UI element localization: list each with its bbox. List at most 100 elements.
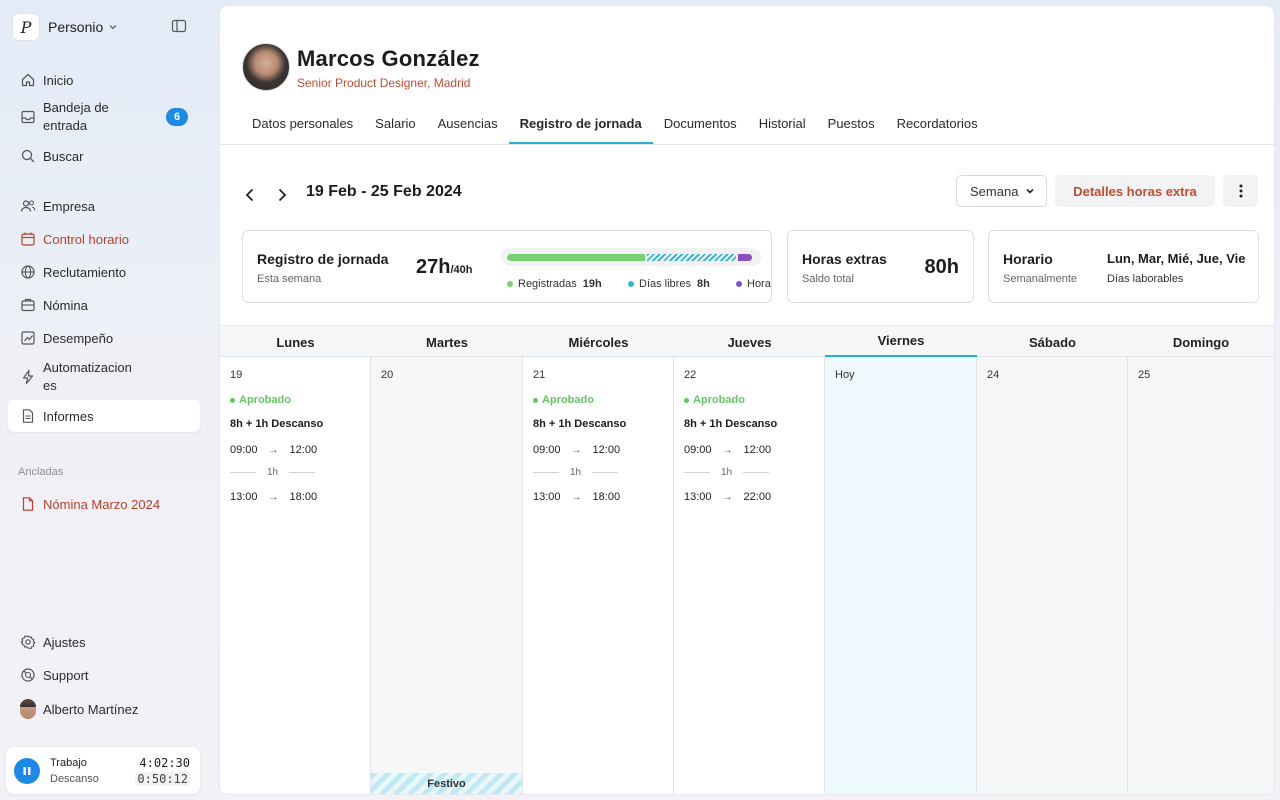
pause-button[interactable] bbox=[14, 757, 40, 784]
sidebar-item-desempeno[interactable]: Desempeño bbox=[8, 322, 200, 354]
progress-segment-overtime bbox=[738, 254, 752, 261]
weekly-hours: 27h/40h bbox=[416, 256, 472, 279]
arrow-icon: → bbox=[268, 491, 279, 503]
sidebar-item-bandeja[interactable]: Bandeja de entrada 6 bbox=[8, 96, 200, 138]
tab-salario[interactable]: Salario bbox=[364, 106, 426, 144]
view-select[interactable]: Semana bbox=[956, 175, 1047, 207]
status-dot bbox=[230, 397, 235, 403]
sidebar-item-label: Nómina bbox=[43, 297, 88, 313]
day-number: 25 bbox=[1138, 369, 1151, 381]
day-cell-sabado[interactable]: 24 bbox=[977, 357, 1128, 794]
end-time: 12:00 bbox=[592, 444, 621, 456]
personio-logo: P bbox=[12, 13, 40, 41]
hours-summary: 8h + 1h Descanso bbox=[684, 418, 778, 430]
tab-historial[interactable]: Historial bbox=[748, 106, 817, 144]
sidebar-item-buscar[interactable]: Buscar bbox=[8, 140, 200, 172]
help-icon bbox=[20, 667, 36, 683]
day-number: 20 bbox=[381, 369, 394, 381]
sidebar-item-informes[interactable]: Informes bbox=[8, 400, 200, 432]
time-entry-2: 13:00 → 22:00 bbox=[684, 491, 771, 503]
sidebar: P Personio Inicio Bandeja de entrada 6 B… bbox=[0, 0, 212, 800]
day-header-lunes: Lunes bbox=[276, 334, 315, 350]
overtime-balance: 80h bbox=[924, 256, 959, 278]
legend-dot bbox=[736, 281, 742, 287]
timesheet-card: Registro de jornada Esta semana 27h/40h … bbox=[242, 230, 772, 303]
legend-value: 8h bbox=[696, 278, 710, 290]
sidebar-item-label: Informes bbox=[43, 408, 94, 424]
time-entry-1: 09:00 → 12:00 bbox=[533, 444, 620, 456]
sidebar-item-label: Automatizaciones bbox=[43, 360, 132, 393]
main-panel: Marcos González Senior Product Designer,… bbox=[220, 6, 1274, 794]
sidebar-item-ajustes[interactable]: Ajustes bbox=[8, 626, 200, 658]
day-cell-jueves[interactable]: 22 Aprobado 8h + 1h Descanso 09:00 → 12:00… bbox=[674, 357, 825, 794]
progress-segment-days-off bbox=[647, 254, 736, 261]
time-entry-1: 09:00 → 12:00 bbox=[230, 444, 317, 456]
tab-documentos[interactable]: Documentos bbox=[653, 106, 748, 144]
legend-label: Horas extra bbox=[747, 278, 771, 290]
overtime-details-button[interactable]: Detalles horas extra bbox=[1055, 175, 1215, 207]
day-cell-martes[interactable]: 20 Festivo bbox=[371, 357, 523, 794]
sidebar-item-label: Bandeja de entrada bbox=[43, 100, 109, 133]
break-duration: 1h bbox=[721, 467, 733, 478]
home-icon bbox=[20, 72, 36, 88]
tabs-divider bbox=[220, 144, 1274, 145]
sidebar-item-inicio[interactable]: Inicio bbox=[8, 64, 200, 96]
status-dot bbox=[684, 397, 689, 403]
sidebar-item-support[interactable]: Support bbox=[8, 659, 200, 691]
day-number: 19 bbox=[230, 369, 243, 381]
arrow-icon: → bbox=[571, 444, 582, 456]
day-number: 22 bbox=[684, 369, 697, 381]
report-icon bbox=[20, 408, 36, 424]
legend-days-off: Días libres 8h bbox=[628, 278, 710, 290]
legend-registered: Registradas 19h bbox=[507, 278, 602, 290]
time-entry-2: 13:00 → 18:00 bbox=[230, 491, 317, 503]
day-cell-viernes[interactable]: Hoy bbox=[825, 357, 977, 794]
legend-dot bbox=[507, 281, 513, 287]
more-vertical-icon bbox=[1239, 184, 1242, 198]
start-time: 13:00 bbox=[684, 491, 712, 503]
workspace-switcher[interactable]: P Personio bbox=[12, 12, 119, 42]
arrow-icon: → bbox=[722, 444, 733, 456]
pinned-item-nomina-marzo[interactable]: Nómina Marzo 2024 bbox=[8, 488, 200, 520]
day-cell-lunes[interactable]: 19 Aprobado 8h + 1h Descanso 09:00 → 12:00… bbox=[220, 357, 371, 794]
sidebar-toggle-icon[interactable] bbox=[171, 18, 187, 34]
sidebar-item-label: Reclutamiento bbox=[43, 264, 127, 280]
hours-progress-bar bbox=[501, 248, 761, 266]
overtime-card-title: Horas extras bbox=[802, 251, 887, 267]
tab-registro-de-jornada[interactable]: Registro de jornada bbox=[508, 106, 653, 144]
start-time: 13:00 bbox=[230, 491, 258, 503]
sidebar-item-label: Nómina Marzo 2024 bbox=[43, 496, 161, 512]
sidebar-item-reclutamiento[interactable]: Reclutamiento bbox=[8, 256, 200, 288]
tab-datos-personales[interactable]: Datos personales bbox=[241, 106, 364, 144]
tab-ausencias[interactable]: Ausencias bbox=[427, 106, 509, 144]
document-icon bbox=[20, 496, 36, 512]
avatar bbox=[20, 699, 36, 719]
more-options-button[interactable] bbox=[1223, 175, 1258, 207]
sidebar-item-control-horario[interactable]: Control horario bbox=[8, 223, 200, 255]
weekly-hours-target: /40h bbox=[450, 264, 473, 276]
chevron-right-icon[interactable] bbox=[274, 187, 290, 203]
chevron-down-icon bbox=[1026, 188, 1034, 194]
sidebar-item-automatizaciones[interactable]: Automatizaciones bbox=[8, 355, 200, 399]
tab-recordatorios[interactable]: Recordatorios bbox=[886, 106, 989, 144]
sidebar-item-label: Ajustes bbox=[43, 634, 86, 650]
sidebar-item-empresa[interactable]: Empresa bbox=[8, 190, 200, 222]
timesheet-card-title: Registro de jornada bbox=[257, 251, 389, 267]
sidebar-item-user[interactable]: Alberto Martínez bbox=[8, 693, 200, 725]
overtime-card-subtitle: Saldo total bbox=[802, 273, 854, 285]
schedule-card-subtitle: Semanalmente bbox=[1003, 273, 1077, 285]
profile-role: Senior Product Designer, Madrid bbox=[297, 76, 471, 90]
tab-puestos[interactable]: Puestos bbox=[817, 106, 886, 144]
chevron-left-icon[interactable] bbox=[242, 187, 258, 203]
status-text: Aprobado bbox=[693, 394, 745, 406]
timer-labels: Trabajo Descanso bbox=[50, 755, 135, 787]
sidebar-item-nomina[interactable]: Nómina bbox=[8, 289, 200, 321]
start-time: 13:00 bbox=[533, 491, 561, 503]
sidebar-item-label: Inicio bbox=[43, 72, 74, 88]
main-nav: Inicio Bandeja de entrada 6 Buscar Empre… bbox=[8, 64, 200, 432]
schedule-days-label: Días laborables bbox=[1107, 273, 1184, 285]
day-cell-miercoles[interactable]: 21 Aprobado 8h + 1h Descanso 09:00 → 12:00… bbox=[523, 357, 674, 794]
hours-summary: 8h + 1h Descanso bbox=[533, 418, 627, 430]
day-cell-domingo[interactable]: 25 bbox=[1128, 357, 1274, 794]
schedule-card-title: Horario bbox=[1003, 251, 1053, 267]
